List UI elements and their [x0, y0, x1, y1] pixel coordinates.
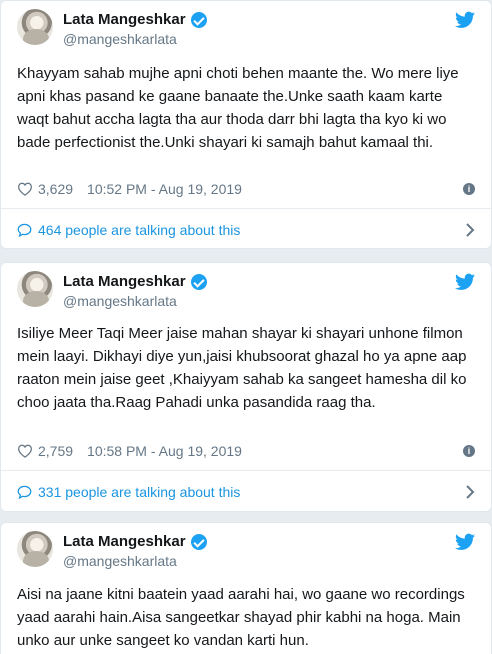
tweet-meta: 3,629 10:52 PM - Aug 19, 2019 i [17, 179, 475, 199]
divider [1, 208, 491, 209]
conversation-text[interactable]: 331 people are talking about this [38, 484, 240, 500]
verified-badge-icon [190, 11, 207, 28]
info-icon[interactable]: i [463, 183, 475, 195]
heart-icon[interactable] [17, 444, 33, 458]
like-count[interactable]: 3,629 [38, 181, 73, 197]
verified-badge-icon [190, 273, 207, 290]
conversation-link[interactable]: 464 people are talking about this [17, 220, 475, 240]
author-handle[interactable]: @mangeshkarlata [63, 553, 177, 569]
tweet-header: Lata Mangeshkar @mangeshkarlata [1, 523, 491, 577]
author-name-text[interactable]: Lata Mangeshkar [63, 273, 186, 290]
embedded-tweet[interactable]: Lata Mangeshkar @mangeshkarlata Aisi na … [0, 522, 492, 654]
author-name-text[interactable]: Lata Mangeshkar [63, 11, 186, 28]
tweet-text: Isiliye Meer Taqi Meer jaise mahan shaya… [17, 325, 467, 411]
tweet-meta: 2,759 10:58 PM - Aug 19, 2019 i [17, 441, 475, 461]
author-name-text[interactable]: Lata Mangeshkar [63, 533, 186, 550]
tweet-timestamp[interactable]: 10:58 PM - Aug 19, 2019 [87, 443, 242, 459]
avatar[interactable] [17, 9, 53, 45]
avatar[interactable] [17, 271, 53, 307]
author-handle[interactable]: @mangeshkarlata [63, 31, 177, 47]
embedded-tweet[interactable]: Lata Mangeshkar @mangeshkarlata Isiliye … [0, 262, 492, 512]
tweet-text: Aisi na jaane kitni baatein yaad aarahi … [17, 586, 465, 649]
tweet-header: Lata Mangeshkar @mangeshkarlata [1, 1, 491, 55]
chevron-right-icon[interactable] [465, 484, 475, 500]
author-handle[interactable]: @mangeshkarlata [63, 293, 177, 309]
author-name[interactable]: Lata Mangeshkar [63, 273, 207, 290]
tweet-header: Lata Mangeshkar @mangeshkarlata [1, 263, 491, 317]
author-name[interactable]: Lata Mangeshkar [63, 533, 207, 550]
author-name[interactable]: Lata Mangeshkar [63, 11, 207, 28]
info-icon[interactable]: i [463, 445, 475, 457]
speech-bubble-icon [17, 223, 32, 237]
avatar[interactable] [17, 531, 53, 567]
verified-badge-icon [190, 533, 207, 550]
tweet-feed: Lata Mangeshkar @mangeshkarlata Khayyam … [0, 0, 492, 654]
tweet-timestamp[interactable]: 10:52 PM - Aug 19, 2019 [87, 181, 242, 197]
tweet-text: Khayyam sahab mujhe apni choti behen maa… [17, 65, 459, 151]
chevron-right-icon[interactable] [465, 222, 475, 238]
twitter-bird-icon[interactable] [455, 273, 475, 291]
heart-icon[interactable] [17, 182, 33, 196]
twitter-bird-icon[interactable] [455, 11, 475, 29]
embedded-tweet[interactable]: Lata Mangeshkar @mangeshkarlata Khayyam … [0, 0, 492, 249]
conversation-text[interactable]: 464 people are talking about this [38, 222, 240, 238]
conversation-link[interactable]: 331 people are talking about this [17, 482, 475, 502]
like-count[interactable]: 2,759 [38, 443, 73, 459]
divider [1, 470, 491, 471]
twitter-bird-icon[interactable] [455, 533, 475, 551]
speech-bubble-icon [17, 485, 32, 499]
